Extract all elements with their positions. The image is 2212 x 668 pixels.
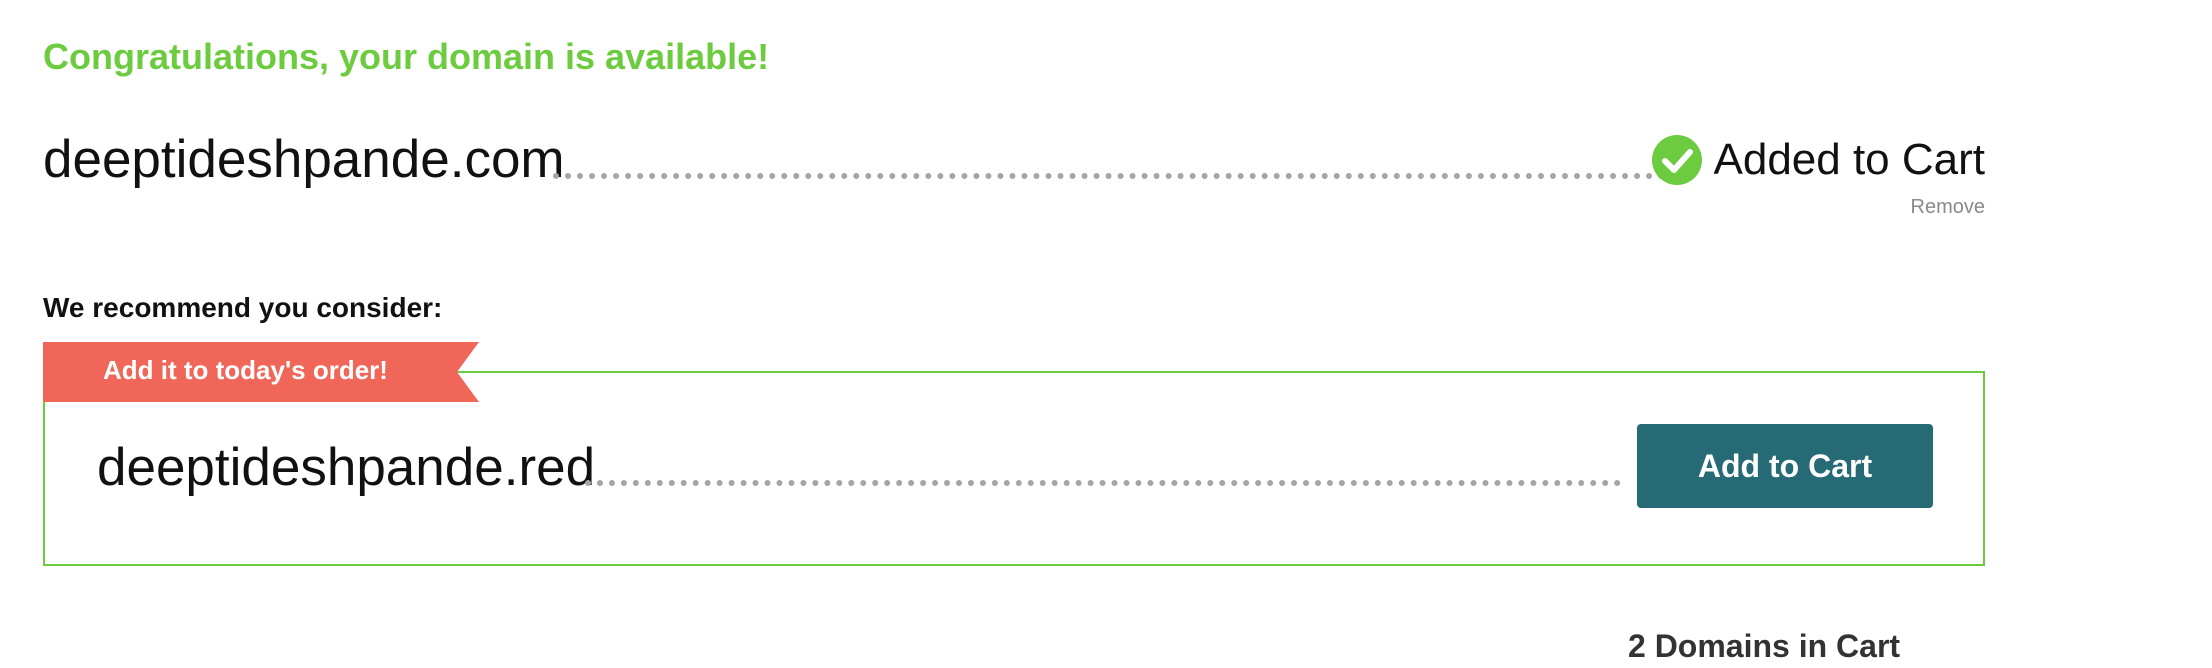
dot-leader bbox=[553, 173, 1665, 179]
check-circle-icon bbox=[1651, 135, 1702, 185]
cart-count[interactable]: 2 Domains in Cart bbox=[1628, 628, 1900, 665]
promo-ribbon-label: Add it to today's order! bbox=[103, 355, 388, 385]
added-to-cart-label: Added to Cart bbox=[1713, 135, 1986, 184]
added-to-cart-status: Added to Cart bbox=[1651, 135, 1986, 185]
recommendation-heading: We recommend you consider: bbox=[43, 292, 443, 323]
add-to-cart-button[interactable]: Add to Cart bbox=[1637, 424, 1933, 508]
searched-domain-name: deeptideshpande.com bbox=[43, 130, 565, 189]
recommended-domain-name: deeptideshpande.red bbox=[97, 438, 596, 497]
promo-ribbon: Add it to today's order! bbox=[43, 342, 479, 402]
availability-headline: Congratulations, your domain is availabl… bbox=[43, 36, 770, 77]
searched-domain-row: deeptideshpande.com Added to Cart Remove bbox=[43, 125, 1986, 218]
dot-leader bbox=[585, 480, 1621, 486]
remove-link[interactable]: Remove bbox=[1911, 196, 1985, 219]
